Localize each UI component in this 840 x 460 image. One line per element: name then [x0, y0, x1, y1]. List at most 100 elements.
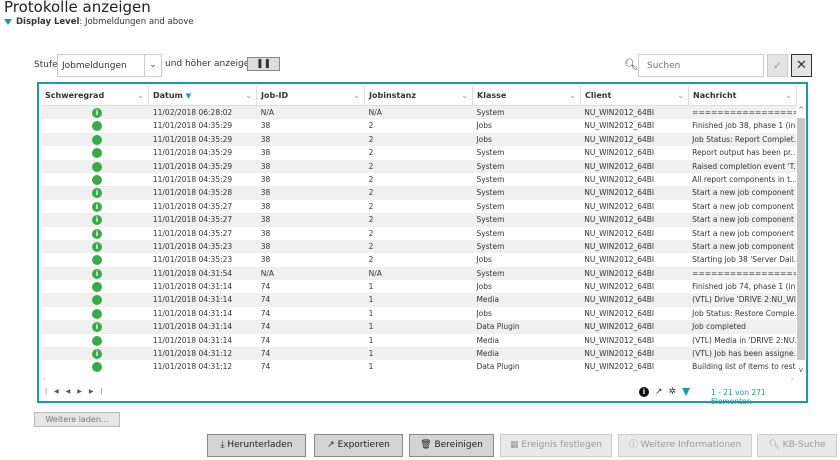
table-row[interactable]: 11/01/2018 04:31:14 74 1 Jobs NU_WIN2012_64B…	[41, 280, 796, 293]
scroll-left-icon[interactable]: ‹	[43, 374, 46, 383]
filter-icon[interactable]	[682, 388, 691, 396]
chevron-down-icon[interactable]: ⌄	[245, 91, 252, 100]
job-cell: N/A	[260, 268, 274, 278]
scroll-up-icon[interactable]: ^	[796, 106, 806, 114]
column-header[interactable]: Job-ID ⌄	[257, 86, 365, 105]
date-cell: 11/01/2018 04:31:14	[152, 308, 233, 318]
table-row[interactable]: 11/01/2018 04:35:29 38 2 Jobs NU_WIN2012_64B…	[41, 132, 796, 147]
severity-cell: i	[41, 347, 149, 360]
info-icon: i	[91, 349, 102, 360]
scroll-right-icon[interactable]: ›	[791, 374, 794, 383]
job-cell: 74	[260, 308, 271, 318]
purge-button[interactable]: 🗑︎ Bereinigen	[409, 434, 494, 457]
job-cell: 38	[260, 161, 271, 171]
msg-cell: Starting job 38 'Server Dail...	[692, 255, 797, 265]
info-icon: i	[91, 268, 102, 279]
pause-button[interactable]: ❚❚	[247, 57, 280, 71]
job-cell: 38	[260, 188, 271, 198]
clear-search-button[interactable]: ✕	[791, 54, 812, 77]
table-row[interactable]: 11/01/2018 04:31:14 74 1 Media NU_WIN2012_64…	[41, 334, 796, 347]
settings-icon[interactable]: ✲	[669, 387, 677, 397]
chevron-down-icon[interactable]: ⌄	[785, 91, 792, 100]
load-more-button[interactable]: Weitere laden...	[34, 412, 120, 427]
klasse-cell: Jobs	[476, 121, 492, 131]
table-row[interactable]: 11/01/2018 04:35:29 38 2 System NU_WIN2012_6…	[41, 146, 796, 159]
inst-cell: 2	[368, 255, 374, 265]
chevron-down-icon[interactable]: ⌄	[461, 91, 468, 100]
severity-cell: i	[41, 320, 149, 333]
chevron-down-icon[interactable]: ⌄	[353, 91, 360, 100]
table-row[interactable]: 11/01/2018 04:35:29 38 2 System NU_WIN2012_6…	[41, 173, 796, 186]
msg-cell: (VTL) Media in 'DRIVE 2:NU...	[692, 335, 797, 345]
klasse-cell: System	[476, 201, 505, 211]
table-row[interactable]: 11/01/2018 04:35:29 38 2 Jobs NU_WIN2012_64B…	[41, 119, 796, 132]
inst-cell: 1	[368, 322, 374, 332]
inst-cell: 1	[368, 362, 374, 372]
table-row[interactable]: i 11/01/2018 04:35:28 38 2 System NU_WIN2012_…	[41, 186, 796, 200]
suffix-label: und höher anzeigen	[165, 59, 255, 69]
info-icon: i	[91, 215, 102, 226]
table-row[interactable]: i 11/01/2018 04:35:27 38 2 System NU_WIN2012_…	[41, 213, 796, 227]
severity-cell: i	[41, 186, 149, 199]
set-event-button[interactable]: ▦ Ereignis festlegen	[500, 434, 612, 457]
info-icon[interactable]: i	[639, 387, 649, 397]
horizontal-scrollbar[interactable]: ‹ ›	[41, 374, 796, 386]
chevron-down-icon[interactable]: ⌄	[569, 91, 576, 100]
last-page-icon[interactable]: ▶|	[89, 388, 110, 395]
column-header[interactable]: Datum ▼ ⌄	[149, 86, 257, 105]
trash-icon: 🗑︎	[420, 440, 435, 450]
table-row[interactable]: i 11/01/2018 04:35:27 38 2 System NU_WIN2012_…	[41, 227, 796, 240]
chevron-down-icon[interactable]: ⌄	[144, 55, 161, 76]
scroll-thumb[interactable]	[797, 118, 805, 360]
client-cell: NU_WIN2012_64BI	[584, 268, 655, 278]
column-header[interactable]: Schweregrad ⌄	[41, 86, 149, 105]
export-icon: ↗	[327, 440, 338, 450]
chevron-down-icon[interactable]: ⌄	[137, 91, 144, 100]
kb-search-button[interactable]: 🔍︎ KB-Suche	[757, 434, 837, 457]
client-cell: NU_WIN2012_64BI	[584, 201, 655, 211]
grid-footer-icons: i ↗ ✲	[639, 387, 691, 397]
table-row[interactable]: i 11/01/2018 04:35:23 38 2 System NU_WIN2012_…	[41, 239, 796, 254]
column-header[interactable]: Client ⌄	[581, 86, 689, 105]
stufe-select[interactable]: Jobmeldungen ⌄	[57, 54, 162, 77]
date-cell: 11/01/2018 04:35:29	[152, 134, 233, 144]
table-row[interactable]: i 11/01/2018 04:31:54 N/A N/A System NU_WIN20…	[41, 266, 796, 281]
table-row[interactable]: i 11/01/2018 04:35:27 38 2 System NU_WIN2012_…	[41, 200, 796, 213]
severity-cell	[41, 280, 149, 293]
first-page-icon[interactable]: |◀	[45, 388, 66, 395]
next-page-icon[interactable]: ▶	[77, 388, 89, 395]
job-cell: 74	[260, 322, 271, 332]
more-info-button[interactable]: ⓘ Weitere Informationen	[618, 434, 752, 457]
chevron-down-icon[interactable]: ⌄	[677, 91, 684, 100]
client-cell: NU_WIN2012_64BI	[584, 134, 655, 144]
msg-cell: (VTL) Drive 'DRIVE 2:NU_WI...	[692, 295, 797, 305]
table-row[interactable]: 11/01/2018 04:31:14 74 1 Media NU_WIN2012_64…	[41, 293, 797, 307]
vertical-scrollbar[interactable]: ^ v	[796, 106, 806, 374]
table-row[interactable]: 11/01/2018 04:35:23 38 2 Jobs NU_WIN2012_64B…	[41, 253, 796, 266]
table-row[interactable]: i 11/01/2018 04:31:12 74 1 Media NU_WIN2012_6…	[41, 347, 796, 361]
severity-cell	[41, 293, 149, 306]
table-row[interactable]: 11/01/2018 04:35:29 38 2 System NU_WIN2012_6…	[41, 159, 796, 173]
info-icon: i	[91, 188, 102, 199]
klasse-cell: Jobs	[476, 282, 492, 292]
column-header[interactable]: Nachricht ⌄	[689, 86, 797, 105]
apply-search-button[interactable]: ✓	[767, 54, 788, 77]
klasse-cell: Media	[476, 349, 499, 359]
column-header[interactable]: Klasse ⌄	[473, 86, 581, 105]
client-cell: NU_WIN2012_64BI	[584, 282, 655, 292]
table-row[interactable]: 11/01/2018 04:31:14 74 1 Jobs NU_WIN2012_64B…	[41, 307, 796, 320]
export-icon[interactable]: ↗	[655, 387, 663, 397]
column-header[interactable]: Jobinstanz ⌄	[365, 86, 473, 105]
table-row[interactable]: 11/01/2018 04:31:12 74 1 Data Plugin NU_WIN2…	[41, 360, 796, 373]
prev-page-icon[interactable]: ◀	[66, 388, 78, 395]
export-button[interactable]: ↗ Exportieren	[314, 434, 403, 457]
inst-cell: N/A	[368, 108, 382, 117]
table-row[interactable]: i 11/02/2018 06:28:02 N/A N/A System NU_WIN20…	[41, 106, 796, 120]
scroll-down-icon[interactable]: v	[796, 366, 806, 374]
table-row[interactable]: i 11/01/2018 04:31:14 74 1 Data Plugin NU_WIN…	[41, 320, 796, 334]
klasse-cell: System	[476, 174, 505, 184]
search-input[interactable]	[638, 54, 764, 77]
download-button[interactable]: ⤓ Herunterladen	[207, 434, 306, 457]
msg-cell: Start a new job component	[692, 188, 794, 198]
date-cell: 11/01/2018 04:35:27	[152, 228, 233, 238]
